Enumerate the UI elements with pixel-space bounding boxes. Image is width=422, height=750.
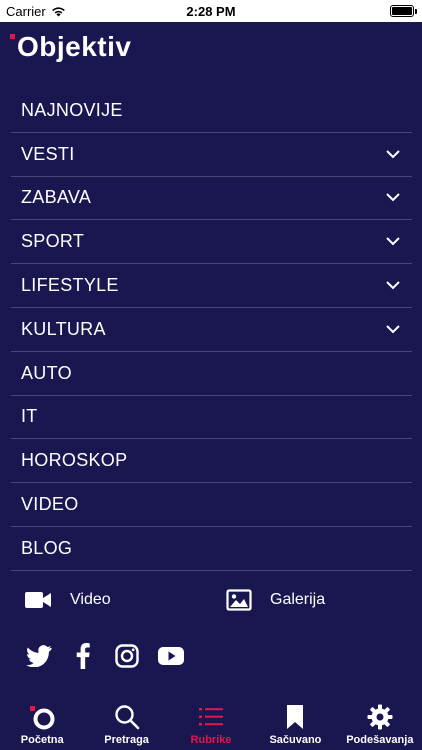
menu-item-label: LIFESTYLE [21, 275, 119, 296]
menu-item-label: ZABAVA [21, 187, 92, 208]
menu-item-label: BLOG [21, 537, 73, 558]
menu-item-label: AUTO [21, 362, 72, 383]
gear-icon [367, 704, 393, 730]
video-camera-icon [25, 592, 51, 608]
video-link-label: Video [70, 591, 111, 608]
menu-item-kultura[interactable]: KULTURA [11, 308, 412, 352]
facebook-icon[interactable] [70, 643, 96, 669]
category-menu: NAJNOVIJE VESTI ZABAVA SPORT LIFESTYLE K… [11, 89, 412, 571]
tab-pretraga[interactable]: Pretraga [84, 699, 168, 750]
image-icon [226, 589, 252, 611]
chevron-down-icon[interactable] [386, 147, 400, 161]
logo-dot [10, 34, 15, 39]
tab-label: Sačuvano [269, 734, 322, 746]
menu-item-it[interactable]: IT [11, 396, 412, 440]
menu-item-label: NAJNOVIJE [21, 99, 123, 120]
menu-item-label: KULTURA [21, 318, 106, 339]
menu-item-zabava[interactable]: ZABAVA [11, 177, 412, 221]
tab-label: Početna [20, 734, 64, 746]
home-logo-icon [27, 704, 57, 730]
bookmark-icon [286, 704, 304, 730]
menu-item-sport[interactable]: SPORT [11, 220, 412, 265]
menu-item-label: VESTI [21, 143, 75, 164]
tab-rubrike[interactable]: Rubrike [169, 699, 253, 750]
video-link[interactable]: Video [24, 582, 111, 618]
tab-podesavanja[interactable]: Podešavanja [338, 699, 422, 750]
gallery-link-label: Galerija [270, 591, 326, 608]
twitter-icon[interactable] [26, 643, 52, 669]
menu-item-lifestyle[interactable]: LIFESTYLE [11, 264, 412, 308]
social-links [26, 642, 184, 670]
status-bar: Carrier 2:28 PM [0, 0, 422, 22]
menu-item-najnovije[interactable]: NAJNOVIJE [11, 89, 412, 133]
search-icon [114, 704, 140, 730]
menu-item-label: VIDEO [21, 494, 79, 515]
chevron-down-icon[interactable] [386, 322, 400, 336]
logo-text: Objektiv [17, 31, 132, 62]
list-icon [198, 704, 224, 730]
tab-sacuvano[interactable]: Sačuvano [253, 699, 337, 750]
tab-label: Pretraga [104, 734, 149, 746]
tab-label: Rubrike [190, 734, 232, 746]
media-links: Video Galerija [24, 582, 404, 618]
menu-item-auto[interactable]: AUTO [11, 352, 412, 396]
menu-item-label: SPORT [21, 231, 85, 252]
instagram-icon[interactable] [114, 643, 140, 669]
app-logo[interactable]: Objektiv [10, 32, 131, 66]
tab-pocetna[interactable]: Početna [0, 699, 84, 750]
gallery-link[interactable]: Galerija [226, 582, 325, 618]
status-time: 2:28 PM [186, 4, 236, 19]
menu-item-label: IT [21, 406, 38, 427]
chevron-down-icon[interactable] [386, 235, 400, 249]
chevron-down-icon[interactable] [386, 279, 400, 293]
menu-item-video[interactable]: VIDEO [11, 483, 412, 527]
menu-item-blog[interactable]: BLOG [11, 527, 412, 571]
youtube-icon[interactable] [158, 643, 184, 669]
chevron-down-icon[interactable] [386, 191, 400, 205]
tab-bar: Početna Pretraga Rubrike Sačuvano Podeša… [0, 699, 422, 750]
menu-item-vesti[interactable]: VESTI [11, 133, 412, 177]
battery-icon [390, 5, 417, 17]
menu-item-horoskop[interactable]: HOROSKOP [11, 439, 412, 484]
menu-item-label: HOROSKOP [21, 450, 128, 471]
tab-label: Podešavanja [346, 734, 414, 746]
